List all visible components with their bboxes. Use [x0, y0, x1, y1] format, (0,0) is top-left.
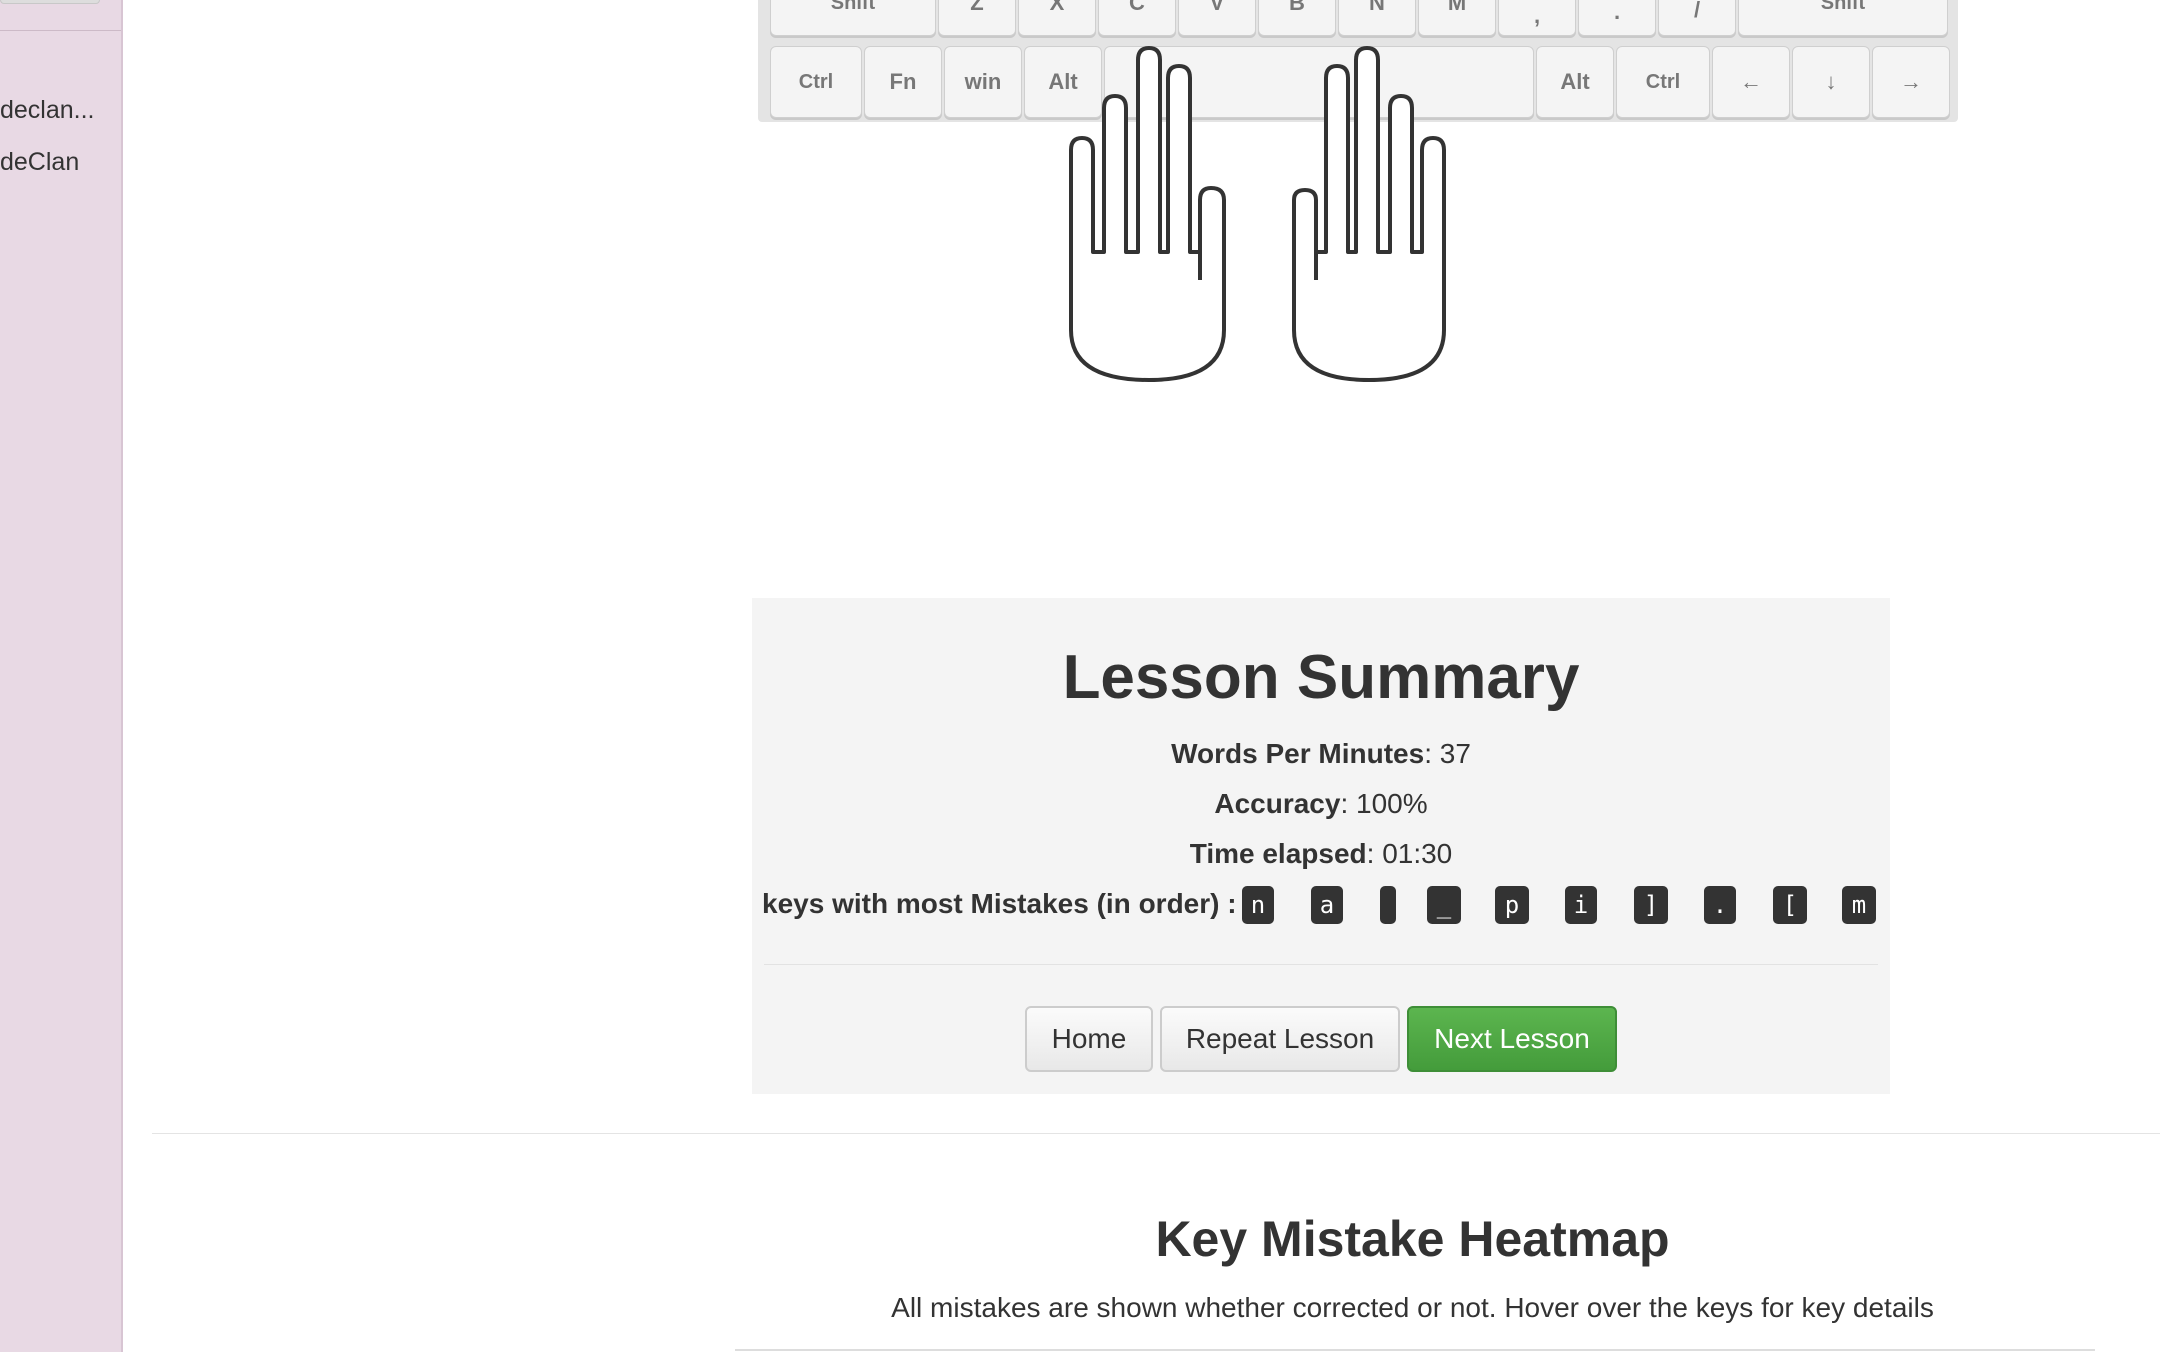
lesson-summary-title: Lesson Summary: [1062, 643, 1580, 712]
key-win: win: [944, 46, 1022, 118]
sidebar-item-declan-2[interactable]: deClan: [0, 148, 79, 177]
time-value: 01:30: [1382, 838, 1453, 869]
key-shift-right: Shift: [1738, 0, 1948, 36]
key-ctrl-left: Ctrl: [770, 46, 862, 118]
key-period: .: [1578, 0, 1656, 36]
key-m: M: [1418, 0, 1496, 36]
time-stat: Time elapsed: 01:30: [1189, 838, 1453, 869]
wpm-stat: Words Per Minutes: 37: [1171, 738, 1471, 769]
key-z: Z: [938, 0, 1016, 36]
summary-divider: [764, 964, 1878, 965]
key-v: V: [1178, 0, 1256, 36]
key-arrow-down: ↓: [1792, 46, 1870, 118]
key-c: C: [1098, 0, 1176, 36]
mistakes-label: keys with most Mistakes (in order) :: [762, 888, 1237, 919]
key-arrow-left: ←: [1712, 46, 1790, 118]
wpm-label: Words Per Minutes: [1171, 738, 1425, 769]
mistake-key: n: [1242, 886, 1274, 924]
heatmap-title: Key Mistake Heatmap: [1155, 1211, 1670, 1267]
repeat-lesson-button[interactable]: Repeat Lesson: [1160, 1006, 1400, 1072]
lesson-summary-panel: Lesson Summary Words Per Minutes: 37 Acc…: [752, 598, 1890, 1094]
mistake-key: a: [1311, 886, 1343, 924]
accuracy-value: 100%: [1356, 788, 1428, 819]
key-shift-left: Shift: [770, 0, 936, 36]
key-n: N: [1338, 0, 1416, 36]
sidebar-item-declan[interactable]: declan...: [0, 96, 95, 125]
key-ctrl-right: Ctrl: [1616, 46, 1710, 118]
mistake-key: ]: [1634, 886, 1668, 924]
section-divider: [152, 1133, 2160, 1134]
hands-illustration: [1069, 46, 1446, 382]
heatmap-subtitle: All mistakes are shown whether corrected…: [891, 1292, 1934, 1323]
key-x: X: [1018, 0, 1096, 36]
right-hand-icon: [1292, 46, 1446, 382]
accuracy-label: Accuracy: [1214, 788, 1341, 819]
mistake-key: p: [1495, 886, 1529, 924]
key-comma: ,: [1498, 0, 1576, 36]
mistake-key: .: [1704, 886, 1736, 924]
key-alt-right: Alt: [1536, 46, 1614, 118]
key-b: B: [1258, 0, 1336, 36]
wpm-value: 37: [1439, 738, 1471, 769]
sidebar-top-button[interactable]: [0, 0, 100, 4]
key-fn: Fn: [864, 46, 942, 118]
accuracy-stat: Accuracy: 100%: [1214, 788, 1428, 819]
home-button[interactable]: Home: [1025, 1006, 1153, 1072]
mistake-key: m: [1842, 886, 1876, 924]
key-slash: /: [1658, 0, 1736, 36]
mistake-key: i: [1565, 886, 1597, 924]
time-label: Time elapsed: [1189, 838, 1367, 869]
key-arrow-right: →: [1872, 46, 1950, 118]
heatmap-divider: [735, 1349, 2095, 1351]
sidebar: declan... deClan: [0, 0, 123, 1352]
mistake-key: [: [1773, 886, 1807, 924]
sidebar-divider: [0, 30, 121, 31]
left-hand-icon: [1069, 46, 1226, 382]
next-lesson-button[interactable]: Next Lesson: [1407, 1006, 1617, 1072]
mistake-key: _: [1427, 886, 1461, 924]
mistake-key: [1380, 886, 1396, 924]
